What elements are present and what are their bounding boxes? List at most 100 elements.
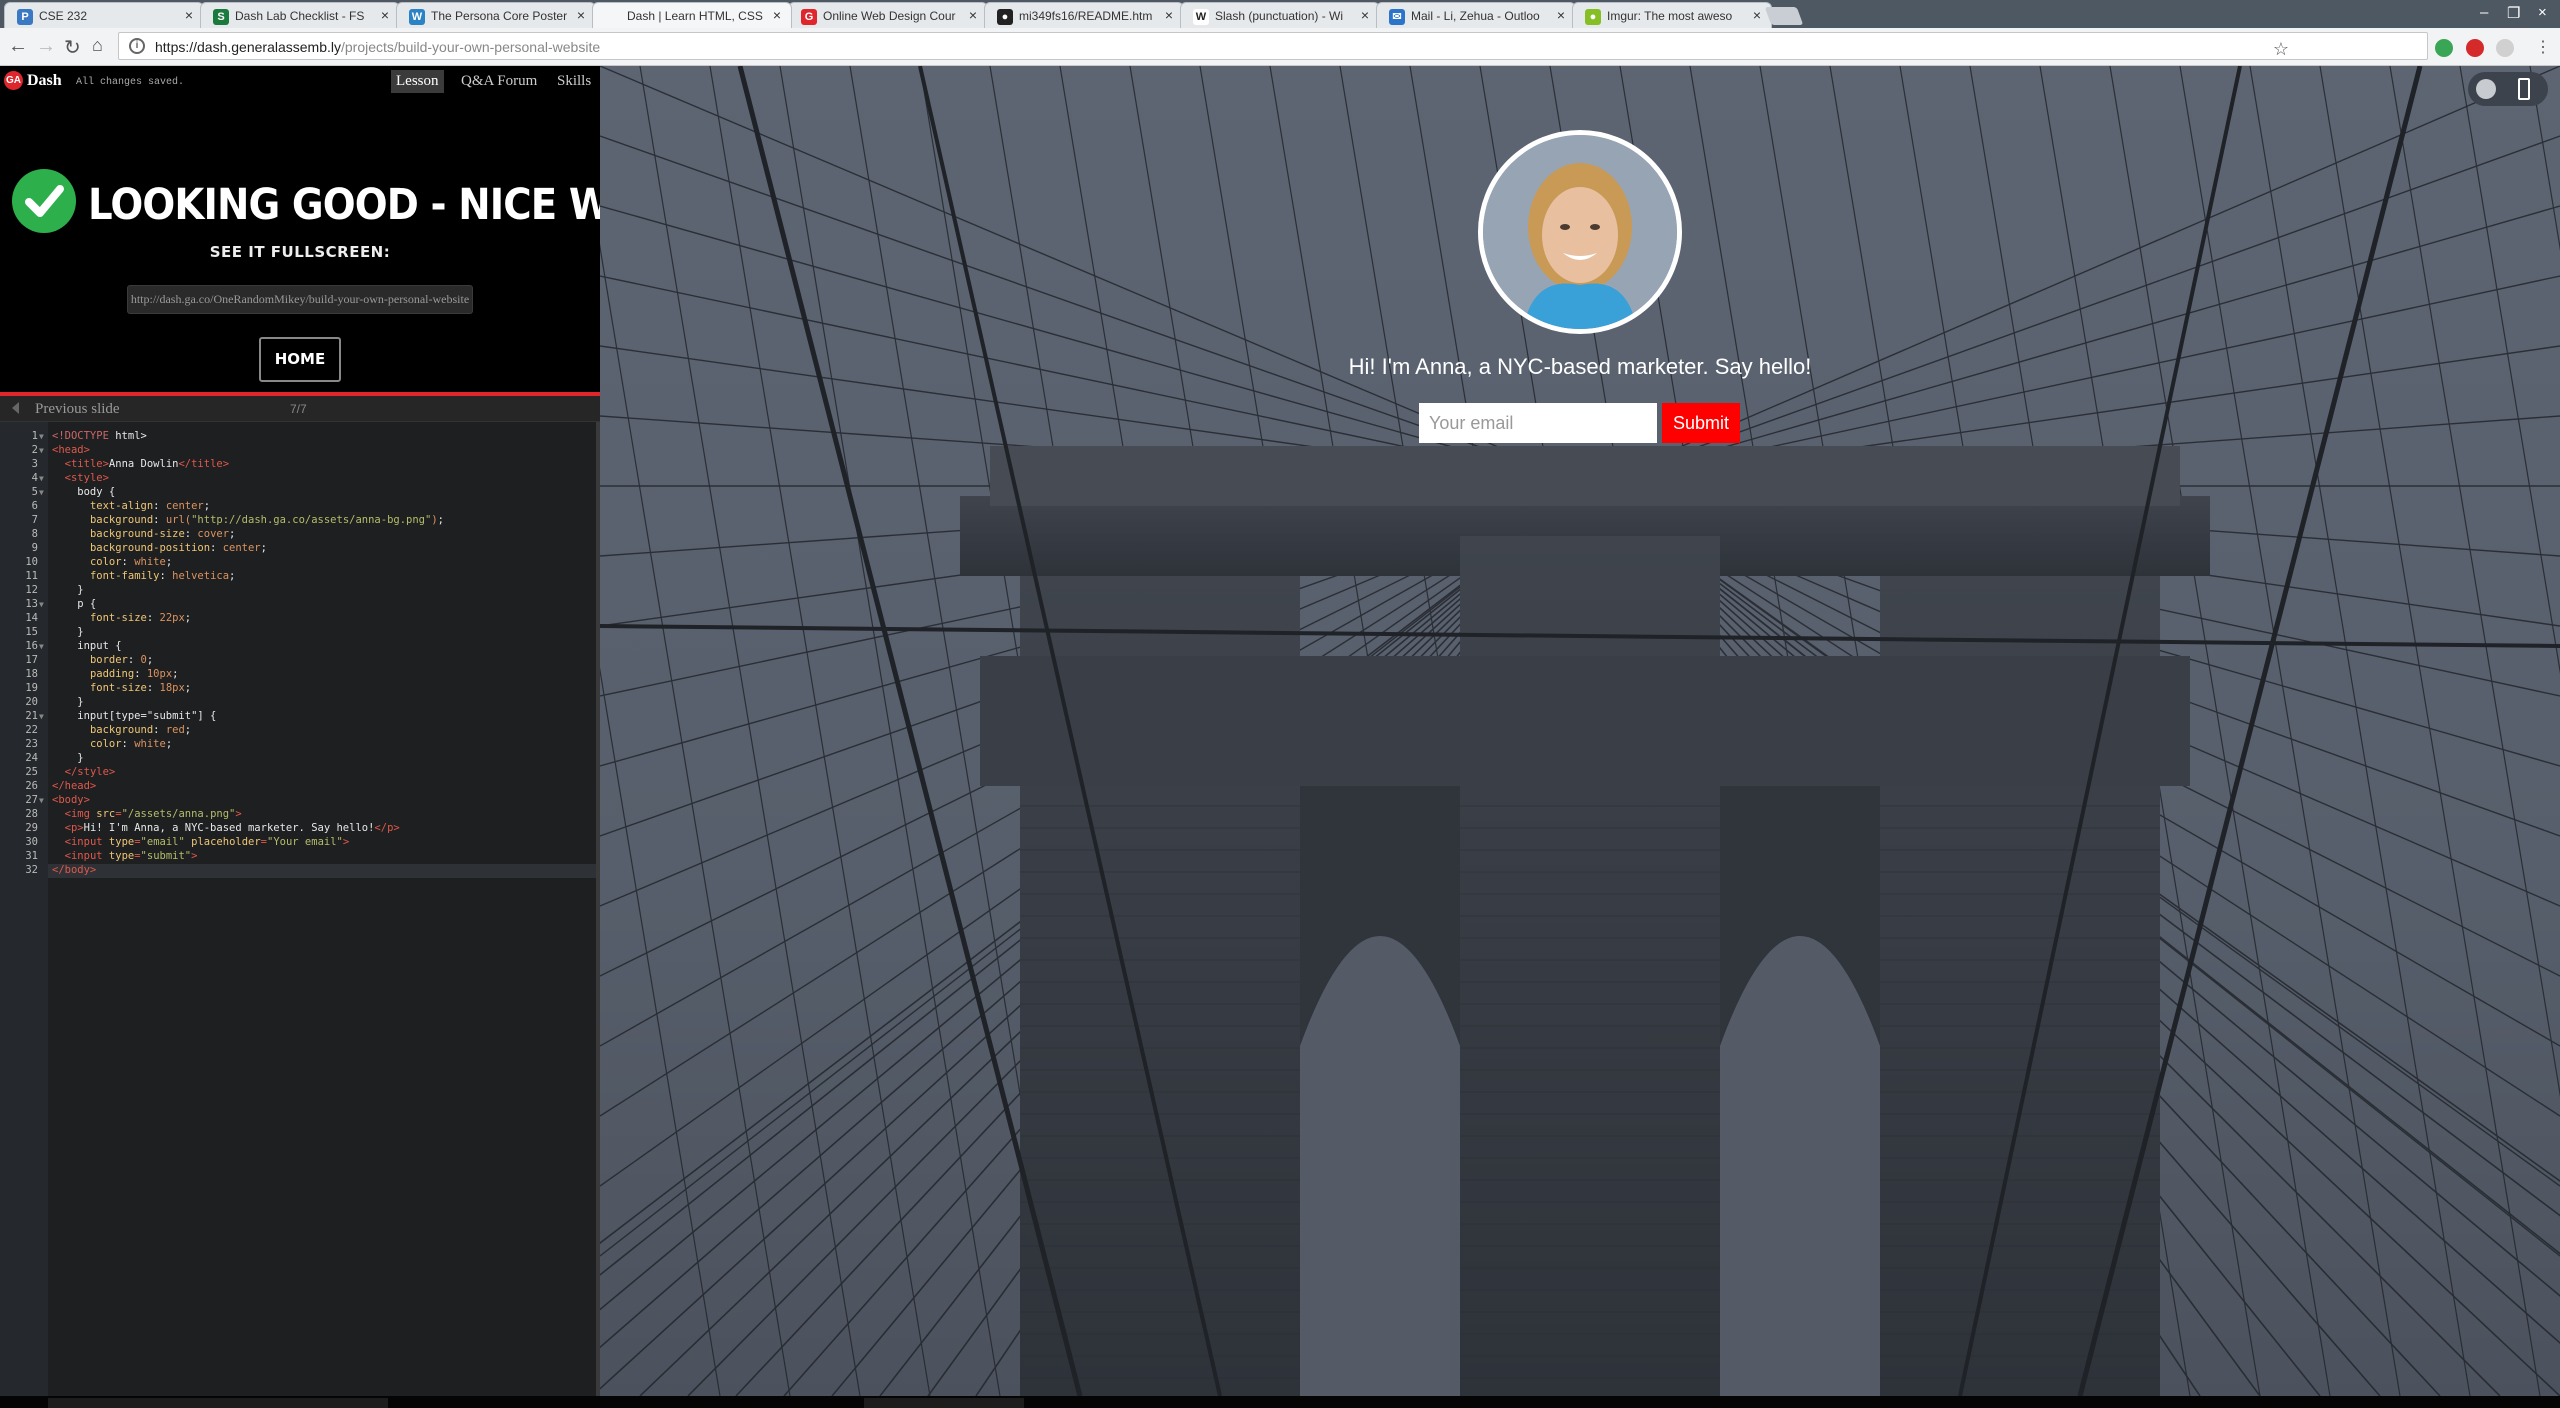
code-line[interactable]: border: 0;: [52, 654, 153, 666]
code-line[interactable]: font-size: 22px;: [52, 612, 191, 624]
code-line[interactable]: }: [52, 752, 83, 764]
previous-slide-link[interactable]: Previous slide: [35, 401, 120, 418]
browser-tab[interactable]: ● Imgur: The most aweso ×: [1572, 2, 1772, 28]
browser-tab[interactable]: W The Persona Core Poster ×: [396, 2, 596, 28]
code-line[interactable]: <title>Anna Dowlin</title>: [52, 458, 229, 470]
code-line[interactable]: color: white;: [52, 556, 172, 568]
close-tab-icon[interactable]: ×: [577, 7, 585, 23]
code-line[interactable]: }: [52, 626, 83, 638]
code-line[interactable]: }: [52, 696, 83, 708]
taskbar-item[interactable]: [864, 1398, 1024, 1408]
back-arrow-icon[interactable]: ←: [8, 35, 28, 58]
code-line[interactable]: background: url("http://dash.ga.co/asset…: [52, 514, 444, 526]
mobile-view-icon[interactable]: [2518, 78, 2530, 100]
code-line[interactable]: p {: [52, 598, 96, 610]
url-field[interactable]: i https://dash.generalassemb.ly/projects…: [118, 32, 2428, 60]
fold-arrow-icon[interactable]: ▼: [39, 488, 44, 497]
browser-tab[interactable]: Dash | Learn HTML, CSS ×: [592, 2, 792, 28]
share-url-field[interactable]: http://dash.ga.co/OneRandomMikey/build-y…: [127, 285, 473, 314]
code-line[interactable]: <input type="email" placeholder="Your em…: [52, 836, 350, 848]
code-line[interactable]: <style>: [52, 472, 109, 484]
code-token: src: [96, 808, 116, 820]
tab-qa-forum[interactable]: Q&A Forum: [456, 70, 542, 93]
reload-icon[interactable]: ↻: [64, 35, 81, 60]
line-number: 20: [25, 696, 38, 708]
desktop-view-icon[interactable]: [2476, 79, 2496, 99]
code-line[interactable]: background-position: center;: [52, 542, 267, 554]
code-line[interactable]: background: red;: [52, 724, 191, 736]
code-line[interactable]: <p>Hi! I'm Anna, a NYC-based marketer. S…: [52, 822, 400, 834]
code-line[interactable]: </head>: [52, 780, 96, 792]
code-line[interactable]: padding: 10px;: [52, 668, 179, 680]
url-text: https://dash.generalassemb.ly/projects/b…: [155, 39, 600, 55]
submit-button[interactable]: Submit: [1662, 403, 1740, 443]
fold-arrow-icon[interactable]: ▼: [39, 432, 44, 441]
code-line[interactable]: input[type="submit"] {: [52, 710, 216, 722]
fold-arrow-icon[interactable]: ▼: [39, 712, 44, 721]
browser-tab[interactable]: ✉ Mail - Li, Zehua - Outloo ×: [1376, 2, 1576, 28]
code-line[interactable]: <input type="submit">: [52, 850, 198, 862]
code-line[interactable]: <!DOCTYPE html>: [52, 430, 147, 442]
home-button[interactable]: HOME: [259, 337, 341, 382]
browser-tab[interactable]: P CSE 232 ×: [4, 2, 204, 28]
close-tab-icon[interactable]: ×: [381, 7, 389, 23]
code-line[interactable]: <body>: [52, 794, 90, 806]
code-line[interactable]: body {: [52, 486, 115, 498]
browser-tab[interactable]: W Slash (punctuation) - Wi ×: [1180, 2, 1380, 28]
fold-arrow-icon[interactable]: ▼: [39, 796, 44, 805]
previous-arrow-icon[interactable]: [12, 402, 19, 414]
code-editor[interactable]: 1 ▼ 2 ▼ 3 4 ▼ 5 ▼ 6 7 8 9 10 11 12 13 ▼ 14 15 16 ▼ 17 18 19 20 21 ▼…: [0, 422, 600, 1408]
code-line[interactable]: text-align: center;: [52, 500, 210, 512]
browser-tab[interactable]: ● mi349fs16/README.htm ×: [984, 2, 1184, 28]
close-tab-icon[interactable]: ×: [773, 7, 781, 23]
code-token: </style>: [64, 766, 116, 778]
code-line[interactable]: input {: [52, 640, 121, 652]
fold-arrow-icon[interactable]: ▼: [39, 474, 44, 483]
minimize-icon[interactable]: –: [2480, 4, 2488, 21]
code-line[interactable]: background-size: cover;: [52, 528, 235, 540]
fold-arrow-icon[interactable]: ▼: [39, 600, 44, 609]
forward-arrow-icon[interactable]: →: [36, 35, 56, 58]
line-number: 3: [31, 458, 38, 470]
info-icon[interactable]: i: [129, 38, 145, 54]
new-tab-button[interactable]: [1764, 7, 1804, 25]
close-tab-icon[interactable]: ×: [1753, 7, 1761, 23]
email-field[interactable]: [1419, 403, 1657, 443]
code-line[interactable]: }: [52, 584, 83, 596]
code-line[interactable]: font-family: helvetica;: [52, 570, 235, 582]
fold-arrow-icon[interactable]: ▼: [39, 446, 44, 455]
maximize-icon[interactable]: ❐: [2507, 4, 2520, 22]
adblock-icon[interactable]: [2466, 39, 2484, 57]
browser-tab[interactable]: S Dash Lab Checklist - FS ×: [200, 2, 400, 28]
browser-tab[interactable]: G Online Web Design Cour ×: [788, 2, 988, 28]
taskbar-item[interactable]: [48, 1398, 388, 1408]
code-token: </p>: [374, 822, 400, 834]
code-line[interactable]: <img src="/assets/anna.png">: [52, 808, 242, 820]
line-number: 13: [25, 598, 38, 610]
bookmark-star-icon[interactable]: ☆: [2273, 39, 2289, 60]
app-title[interactable]: Dash: [27, 72, 62, 90]
close-tab-icon[interactable]: ×: [185, 7, 193, 23]
close-tab-icon[interactable]: ×: [1361, 7, 1369, 23]
close-tab-icon[interactable]: ×: [969, 7, 977, 23]
tab-lesson[interactable]: Lesson: [391, 70, 444, 93]
code-line[interactable]: font-size: 18px;: [52, 682, 191, 694]
tab-skills[interactable]: Skills: [552, 70, 596, 93]
close-window-icon[interactable]: ×: [2538, 4, 2547, 21]
close-tab-icon[interactable]: ×: [1557, 7, 1565, 23]
close-tab-icon[interactable]: ×: [1165, 7, 1173, 23]
extension-icon[interactable]: [2496, 39, 2514, 57]
home-icon[interactable]: ⌂: [92, 35, 103, 56]
ga-logo-icon[interactable]: GA: [4, 71, 23, 90]
extension-icon[interactable]: [2435, 39, 2453, 57]
code-line[interactable]: color: white;: [52, 738, 172, 750]
code-token: ;: [165, 556, 173, 568]
code-line[interactable]: </style>: [52, 766, 116, 778]
menu-icon[interactable]: ⋮: [2535, 37, 2551, 57]
code-line[interactable]: <head>: [52, 444, 90, 456]
code-line[interactable]: </body>: [52, 864, 96, 876]
fold-arrow-icon[interactable]: ▼: [39, 642, 44, 651]
